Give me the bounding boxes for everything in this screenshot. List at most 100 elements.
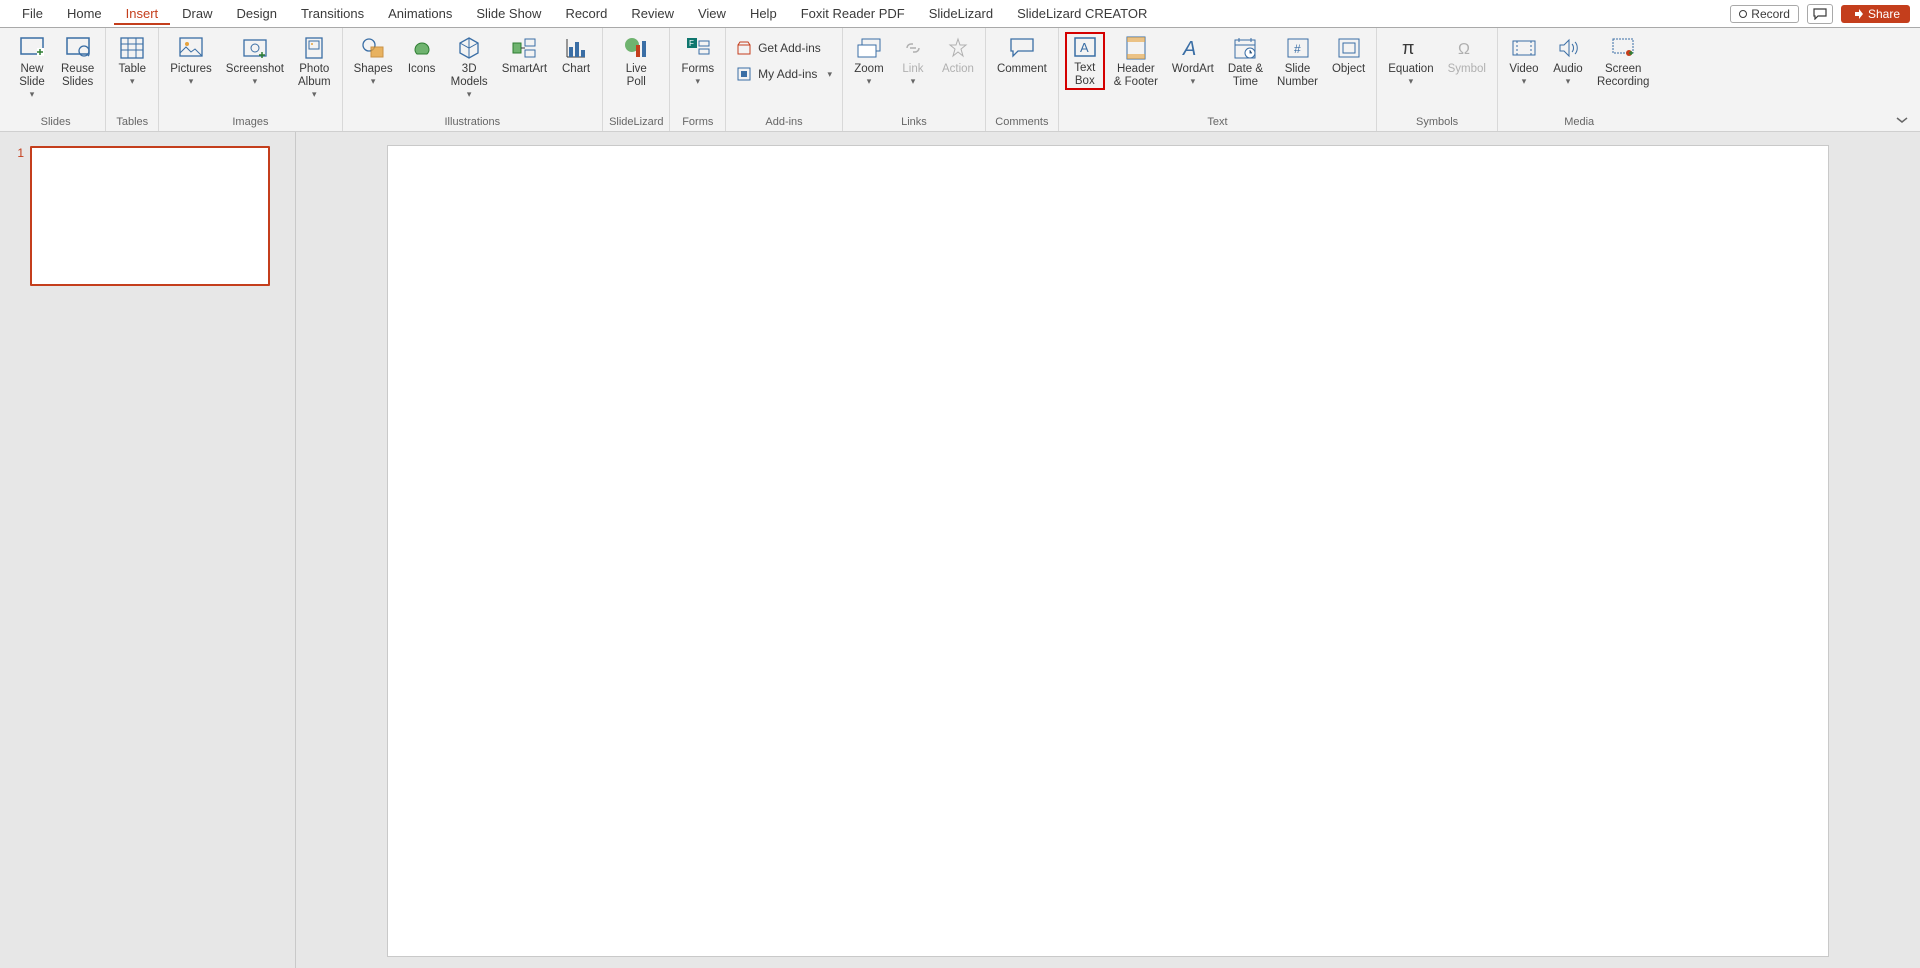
tab-foxit[interactable]: Foxit Reader PDF xyxy=(789,3,917,25)
forms-icon: F xyxy=(685,35,711,61)
reuse-slides-icon xyxy=(65,35,91,61)
get-addins-button[interactable]: Get Add-ins xyxy=(732,38,836,58)
group-slides-title: Slides xyxy=(41,114,71,131)
caret-icon: ▾ xyxy=(312,89,317,99)
comment-icon xyxy=(1813,8,1827,20)
screenshot-button[interactable]: Screenshot ▾ xyxy=(221,32,289,88)
svg-text:A: A xyxy=(1080,40,1089,55)
group-addins-title: Add-ins xyxy=(765,114,802,131)
wordart-icon: A xyxy=(1180,35,1206,61)
tab-help[interactable]: Help xyxy=(738,3,789,25)
text-box-button[interactable]: A Text Box xyxy=(1065,32,1105,90)
smartart-button[interactable]: SmartArt xyxy=(497,32,552,77)
svg-text:F: F xyxy=(689,39,694,48)
equation-button[interactable]: π Equation ▾ xyxy=(1383,32,1438,88)
pictures-button[interactable]: Pictures ▾ xyxy=(165,32,217,88)
symbol-label: Symbol xyxy=(1448,63,1486,76)
tab-draw[interactable]: Draw xyxy=(170,3,224,25)
3d-models-button[interactable]: 3D Models ▾ xyxy=(446,32,493,101)
tab-transitions[interactable]: Transitions xyxy=(289,3,376,25)
tab-record[interactable]: Record xyxy=(553,3,619,25)
ribbon: New Slide ▾ Reuse Slides Slides xyxy=(0,28,1920,132)
slide-canvas[interactable] xyxy=(388,146,1828,956)
tab-design[interactable]: Design xyxy=(225,3,289,25)
group-symbols-title: Symbols xyxy=(1416,114,1458,131)
table-button[interactable]: Table ▾ xyxy=(112,32,152,88)
my-addins-button[interactable]: My Add-ins ▾ xyxy=(732,64,836,84)
action-icon xyxy=(945,35,971,61)
svg-text:Ω: Ω xyxy=(1458,41,1470,58)
object-button[interactable]: Object xyxy=(1327,32,1370,77)
tab-animations[interactable]: Animations xyxy=(376,3,464,25)
tab-slidelizard[interactable]: SlideLizard xyxy=(917,3,1005,25)
live-poll-button[interactable]: Live Poll xyxy=(616,32,656,90)
screen-recording-button[interactable]: Screen Recording xyxy=(1592,32,1654,90)
photo-album-label: Photo Album xyxy=(298,63,331,89)
record-label: Record xyxy=(1751,7,1790,21)
forms-button[interactable]: F Forms ▾ xyxy=(676,32,719,88)
zoom-label: Zoom xyxy=(854,63,883,76)
action-button: Action xyxy=(937,32,979,77)
header-footer-label: Header & Footer xyxy=(1114,63,1158,89)
slide-number-button[interactable]: # Slide Number xyxy=(1272,32,1323,90)
smartart-label: SmartArt xyxy=(502,63,547,76)
video-button[interactable]: Video ▾ xyxy=(1504,32,1544,88)
shapes-label: Shapes xyxy=(354,63,393,76)
menu-right: Record Share xyxy=(1730,4,1920,24)
new-slide-button[interactable]: New Slide ▾ xyxy=(12,32,52,101)
thumb-row[interactable]: 1 xyxy=(10,146,285,286)
slide-thumbnails: 1 xyxy=(0,132,296,968)
tab-slide-show[interactable]: Slide Show xyxy=(464,3,553,25)
date-time-button[interactable]: Date & Time xyxy=(1223,32,1268,90)
header-footer-button[interactable]: Header & Footer xyxy=(1109,32,1163,90)
live-poll-label: Live Poll xyxy=(626,63,647,89)
group-links-title: Links xyxy=(901,114,927,131)
chart-button[interactable]: Chart xyxy=(556,32,596,77)
pictures-icon xyxy=(178,35,204,61)
icons-label: Icons xyxy=(408,63,436,76)
comments-toggle[interactable] xyxy=(1807,4,1833,24)
tab-review[interactable]: Review xyxy=(619,3,686,25)
photo-album-button[interactable]: Photo Album ▾ xyxy=(293,32,336,101)
caret-icon: ▾ xyxy=(1191,76,1196,86)
tab-insert[interactable]: Insert xyxy=(114,3,171,25)
tab-file[interactable]: File xyxy=(10,3,55,25)
group-text-title: Text xyxy=(1207,114,1227,131)
group-tables: Table ▾ Tables xyxy=(106,28,159,131)
date-time-label: Date & Time xyxy=(1228,63,1263,89)
icons-button[interactable]: Icons xyxy=(402,32,442,77)
share-button[interactable]: Share xyxy=(1841,5,1910,23)
menu-bar: File Home Insert Draw Design Transitions… xyxy=(0,0,1920,28)
link-label: Link xyxy=(902,63,923,76)
comment-button[interactable]: Comment xyxy=(992,32,1052,77)
tab-home[interactable]: Home xyxy=(55,3,114,25)
screen-recording-label: Screen Recording xyxy=(1597,63,1649,89)
smartart-icon xyxy=(511,35,537,61)
tab-slidelizard-creator[interactable]: SlideLizard CREATOR xyxy=(1005,3,1159,25)
record-icon xyxy=(1739,10,1747,18)
audio-button[interactable]: Audio ▾ xyxy=(1548,32,1588,88)
group-text: A Text Box Header & Footer A WordArt ▾ xyxy=(1059,28,1377,131)
caret-icon: ▾ xyxy=(189,76,194,86)
collapse-ribbon-button[interactable] xyxy=(1896,115,1908,125)
record-button[interactable]: Record xyxy=(1730,5,1799,23)
group-comments-title: Comments xyxy=(995,114,1048,131)
pictures-label: Pictures xyxy=(170,63,212,76)
caret-icon: ▾ xyxy=(696,76,701,86)
svg-text:π: π xyxy=(1402,38,1414,58)
thumb-slide-1[interactable] xyxy=(30,146,270,286)
zoom-button[interactable]: Zoom ▾ xyxy=(849,32,889,88)
store-icon xyxy=(736,40,752,56)
tab-view[interactable]: View xyxy=(686,3,738,25)
caret-icon: ▾ xyxy=(467,89,472,99)
wordart-button[interactable]: A WordArt ▾ xyxy=(1167,32,1219,88)
wordart-label: WordArt xyxy=(1172,63,1214,76)
reuse-slides-label: Reuse Slides xyxy=(61,63,94,89)
new-slide-icon xyxy=(19,35,45,61)
reuse-slides-button[interactable]: Reuse Slides xyxy=(56,32,99,90)
comment-icon xyxy=(1009,35,1035,61)
3d-models-icon xyxy=(456,35,482,61)
shapes-button[interactable]: Shapes ▾ xyxy=(349,32,398,88)
group-slidelizard: Live Poll SlideLizard xyxy=(603,28,670,131)
my-addins-label: My Add-ins xyxy=(758,67,817,81)
